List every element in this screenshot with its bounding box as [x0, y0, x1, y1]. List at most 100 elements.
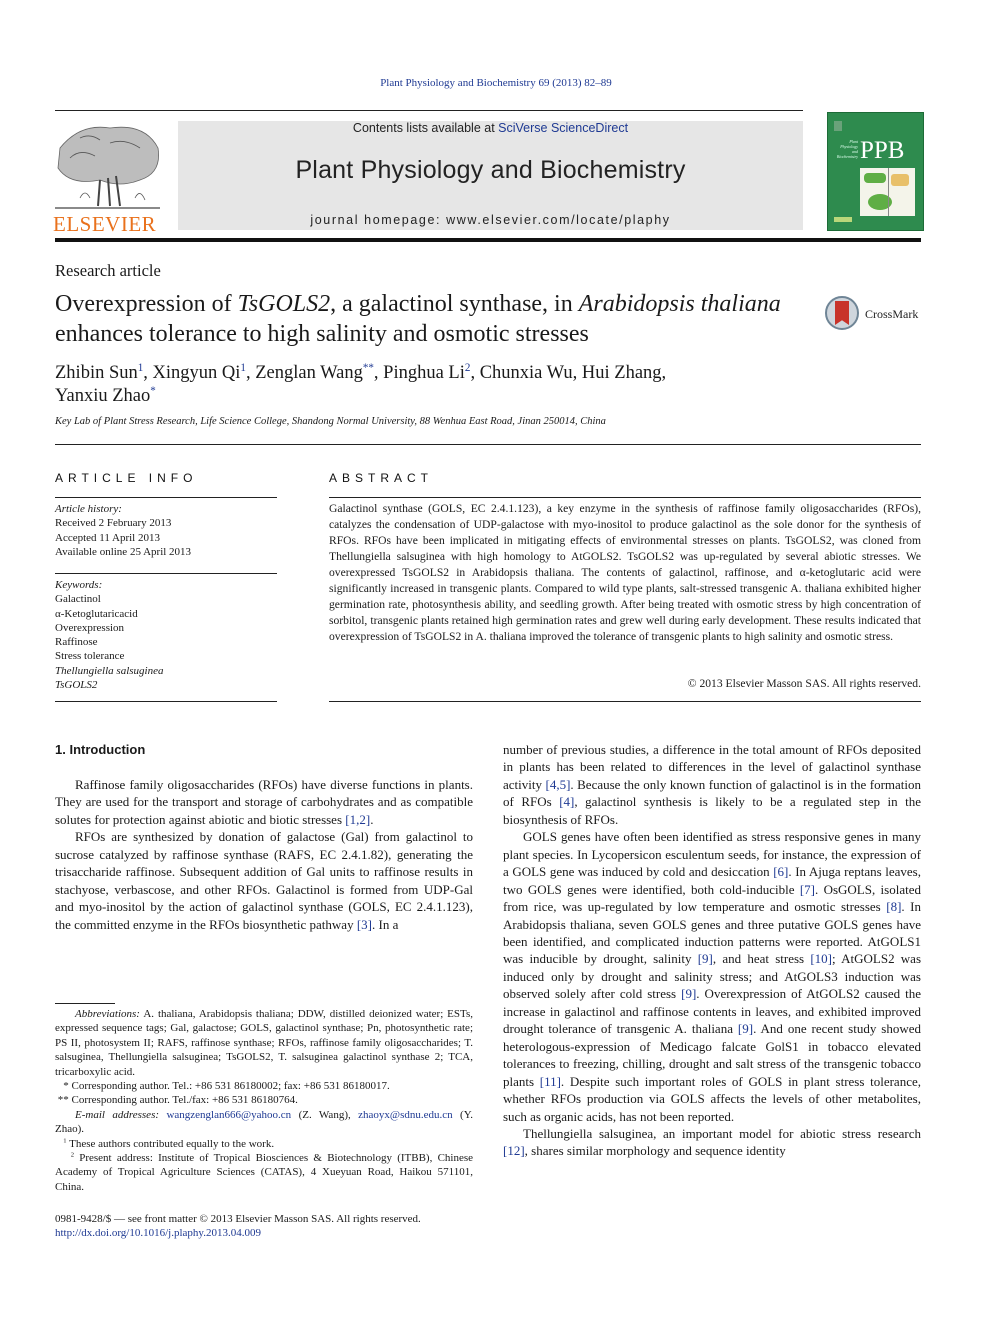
citation-link[interactable]: [12]	[503, 1143, 525, 1158]
email-addresses: E-mail addresses: wangzenglan666@yahoo.c…	[55, 1108, 473, 1137]
abstract-heading: ABSTRACT	[329, 471, 434, 485]
citation-link[interactable]: [7]	[800, 882, 815, 897]
author[interactable]: Pinghua Li2	[383, 362, 470, 383]
issn-copyright: 0981-9428/$ — see front matter © 2013 El…	[55, 1213, 421, 1225]
email-link-zhao[interactable]: zhaoyx@sdnu.edu.cn	[358, 1109, 452, 1121]
citation-link[interactable]: [1,2]	[345, 812, 370, 827]
author[interactable]: Chunxia Wu	[480, 363, 573, 383]
abstract-rule	[329, 701, 921, 702]
keywords: Keywords: Galactinol α-Ketoglutaricacid …	[55, 578, 163, 692]
email-owner: (Z. Wang),	[291, 1108, 359, 1121]
author[interactable]: Yanxiu Zhao*	[55, 385, 156, 406]
footnote-text: Present address: Institute of Tropical B…	[55, 1152, 474, 1193]
citation-link[interactable]: [6]	[773, 864, 788, 879]
keyword: Stress tolerance	[55, 650, 125, 663]
paragraph-text: .	[370, 811, 374, 827]
article-history: Article history: Received 2 February 201…	[55, 502, 191, 559]
footnote-mark: 1	[63, 1137, 67, 1144]
article-info-heading: ARTICLE INFO	[55, 471, 198, 485]
paragraph: Thellungiella salsuginea, an important m…	[503, 1125, 921, 1160]
corresponding-author-2: ** Corresponding author. Tel./fax: +86 5…	[55, 1093, 473, 1107]
citation-link[interactable]: [9]	[738, 1021, 753, 1036]
journal-masthead: Contents lists available at SciVerse Sci…	[178, 121, 803, 230]
journal-citation[interactable]: Plant Physiology and Biochemistry 69 (20…	[0, 77, 992, 89]
footnote-2: 2 Present address: Institute of Tropical…	[55, 1151, 473, 1194]
author[interactable]: Hui Zhang	[582, 363, 662, 383]
body-column-right: number of previous studies, a difference…	[503, 741, 921, 1160]
footnote-1: 1 These authors contributed equally to t…	[55, 1137, 473, 1151]
keyword: α-Ketoglutaricacid	[55, 607, 138, 620]
abstract-rule	[329, 497, 921, 498]
abstract-text: Galactinol synthase (GOLS, EC 2.4.1.123)…	[329, 502, 921, 643]
affiliation: Key Lab of Plant Stress Research, Life S…	[55, 416, 606, 427]
header-rule	[55, 110, 803, 111]
footnote-mark: *	[63, 1080, 69, 1093]
citation-link[interactable]: [9]	[681, 986, 696, 1001]
footnotes: Abbreviations: A. thaliana, Arabidopsis …	[55, 1007, 473, 1194]
corresponding-author-1: * Corresponding author. Tel.: +86 531 86…	[55, 1079, 473, 1093]
contents-prefix: Contents lists available at	[352, 121, 499, 135]
paragraph-text: RFOs are synthesized by donation of gala…	[55, 829, 473, 932]
author-list: Zhibin Sun1, Xingyun Qi1, Zenglan Wang**…	[55, 361, 667, 406]
citation-link[interactable]: [9]	[698, 951, 713, 966]
paragraph-text: . In a	[372, 916, 399, 932]
paragraph-text: Raffinose family oligosaccharides (RFOs)…	[55, 777, 473, 827]
info-rule	[55, 573, 277, 574]
header-thick-rule	[55, 238, 921, 242]
abbreviations-note: Abbreviations: A. thaliana, Arabidopsis …	[55, 1007, 473, 1079]
citation-link[interactable]: [8]	[886, 899, 901, 914]
abstract-copyright: © 2013 Elsevier Masson SAS. All rights r…	[687, 677, 921, 690]
info-rule	[55, 497, 277, 498]
abbreviations-label: Abbreviations:	[75, 1008, 140, 1020]
title-part: Overexpression of	[55, 291, 238, 317]
author[interactable]: Zenglan Wang**	[255, 362, 374, 383]
citation-link[interactable]: [3]	[357, 917, 372, 932]
paragraph-text: Thellungiella salsuginea, an important m…	[523, 1125, 921, 1141]
footnote-text: These authors contributed equally to the…	[69, 1137, 275, 1150]
email-label: E-mail addresses:	[75, 1108, 160, 1121]
article-title: Overexpression of TsGOLS2, a galactinol …	[55, 289, 795, 349]
journal-cover-icon[interactable]: Plant Physiology and Biochemistry PPB	[827, 112, 924, 231]
keywords-label: Keywords:	[55, 579, 103, 591]
cover-artwork	[860, 168, 915, 216]
author[interactable]: Xingyun Qi1	[153, 362, 246, 383]
keyword: TsGOLS2	[55, 679, 98, 692]
paragraph: GOLS genes have often been identified as…	[503, 828, 921, 1125]
history-accepted: Accepted 11 April 2013	[55, 531, 160, 544]
history-online: Available online 25 April 2013	[55, 545, 192, 558]
body-column-left: Raffinose family oligosaccharides (RFOs)…	[55, 776, 473, 933]
author[interactable]: Zhibin Sun1	[55, 362, 143, 383]
history-received: Received 2 February 2013	[55, 517, 172, 530]
footnote-mark: 2	[70, 1151, 74, 1159]
section-heading-introduction: 1. Introduction	[55, 742, 146, 757]
elsevier-wordmark[interactable]: ELSEVIER	[53, 212, 156, 237]
doi-link[interactable]: http://dx.doi.org/10.1016/j.plaphy.2013.…	[55, 1226, 473, 1240]
paragraph-text: , and heat stress	[712, 951, 811, 967]
keyword: Galactinol	[55, 593, 101, 606]
citation-link[interactable]: [4]	[559, 794, 574, 809]
crossmark-icon[interactable]: CrossMark	[825, 296, 925, 334]
affiliation-rule	[55, 444, 921, 445]
citation-link[interactable]: [4,5]	[545, 777, 570, 792]
paragraph-text: . Despite such important roles of GOLS i…	[503, 1073, 921, 1124]
footnote-text: Corresponding author. Tel.: +86 531 8618…	[71, 1080, 390, 1093]
cover-subtitle: Plant Physiology and Biochemistry	[836, 139, 858, 159]
citation-link[interactable]: [10]	[810, 951, 832, 966]
title-gene: TsGOLS2	[237, 291, 331, 317]
history-label: Article history:	[55, 503, 122, 515]
paragraph: number of previous studies, a difference…	[503, 741, 921, 828]
keyword: Overexpression	[55, 621, 125, 634]
paragraph: Raffinose family oligosaccharides (RFOs)…	[55, 776, 473, 828]
footnote-mark: **	[57, 1094, 69, 1107]
email-link-wang[interactable]: wangzenglan666@yahoo.cn	[166, 1109, 291, 1121]
crossmark-label: CrossMark	[865, 307, 919, 321]
article-type: Research article	[55, 261, 161, 280]
sciencedirect-link[interactable]: SciVerse ScienceDirect	[498, 121, 628, 135]
citation-link[interactable]: [11]	[540, 1074, 561, 1089]
footnote-rule	[55, 1003, 115, 1004]
title-part: enhances tolerance to high salinity and …	[55, 321, 589, 347]
keyword: Thellungiella salsuginea	[55, 664, 164, 677]
info-rule	[55, 701, 277, 702]
journal-homepage[interactable]: journal homepage: www.elsevier.com/locat…	[178, 213, 803, 227]
cover-publisher-mark	[834, 121, 842, 131]
